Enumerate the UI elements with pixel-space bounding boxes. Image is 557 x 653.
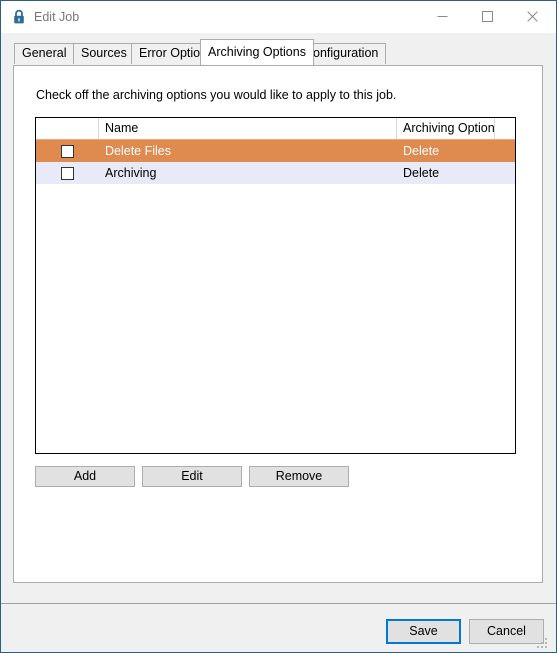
column-header-checkbox[interactable]	[36, 118, 99, 139]
archiving-options-list[interactable]: Name Archiving Option Delete Files Delet…	[35, 117, 516, 454]
column-header-name[interactable]: Name	[99, 118, 397, 139]
row-name: Delete Files	[105, 144, 171, 158]
row-checkbox-cell[interactable]	[36, 166, 99, 180]
table-row[interactable]: Archiving Delete	[36, 162, 515, 184]
dialog-footer: Save Cancel	[1, 604, 556, 652]
table-row[interactable]: Delete Files Delete	[36, 140, 515, 162]
resize-grip[interactable]	[537, 638, 550, 651]
close-button[interactable]	[510, 1, 555, 32]
cancel-button[interactable]: Cancel	[469, 619, 544, 644]
row-checkbox[interactable]	[61, 144, 74, 158]
tab-content-panel: Check off the archiving options you woul…	[13, 65, 543, 583]
minimize-icon	[437, 16, 448, 17]
edit-button[interactable]: Edit	[142, 466, 242, 487]
tab-general[interactable]: General	[14, 43, 75, 64]
save-button[interactable]: Save	[386, 619, 461, 644]
row-checkbox-cell[interactable]	[36, 144, 99, 158]
tab-strip: General Sources Error Options Archiving …	[1, 33, 556, 66]
instruction-text: Check off the archiving options you woul…	[36, 88, 397, 102]
close-icon	[527, 11, 538, 22]
padlock-icon	[11, 9, 27, 25]
minimize-button[interactable]	[420, 1, 465, 32]
maximize-icon	[482, 11, 493, 22]
remove-button[interactable]: Remove	[249, 466, 349, 487]
column-header-option[interactable]: Archiving Option	[397, 118, 495, 139]
window-title: Edit Job	[34, 10, 80, 24]
edit-job-dialog: Edit Job General Sources Error Options A…	[0, 0, 557, 653]
row-name: Archiving	[105, 166, 157, 180]
column-header-spacer	[495, 118, 515, 139]
row-option: Delete	[403, 166, 440, 180]
maximize-button[interactable]	[465, 1, 510, 32]
row-option: Delete	[403, 144, 440, 158]
add-button[interactable]: Add	[35, 466, 135, 487]
tab-sources[interactable]: Sources	[73, 43, 135, 64]
title-bar: Edit Job	[1, 1, 556, 34]
tab-archiving-options[interactable]: Archiving Options	[200, 39, 314, 65]
grid-header-row: Name Archiving Option	[36, 118, 515, 140]
row-checkbox[interactable]	[61, 166, 74, 180]
